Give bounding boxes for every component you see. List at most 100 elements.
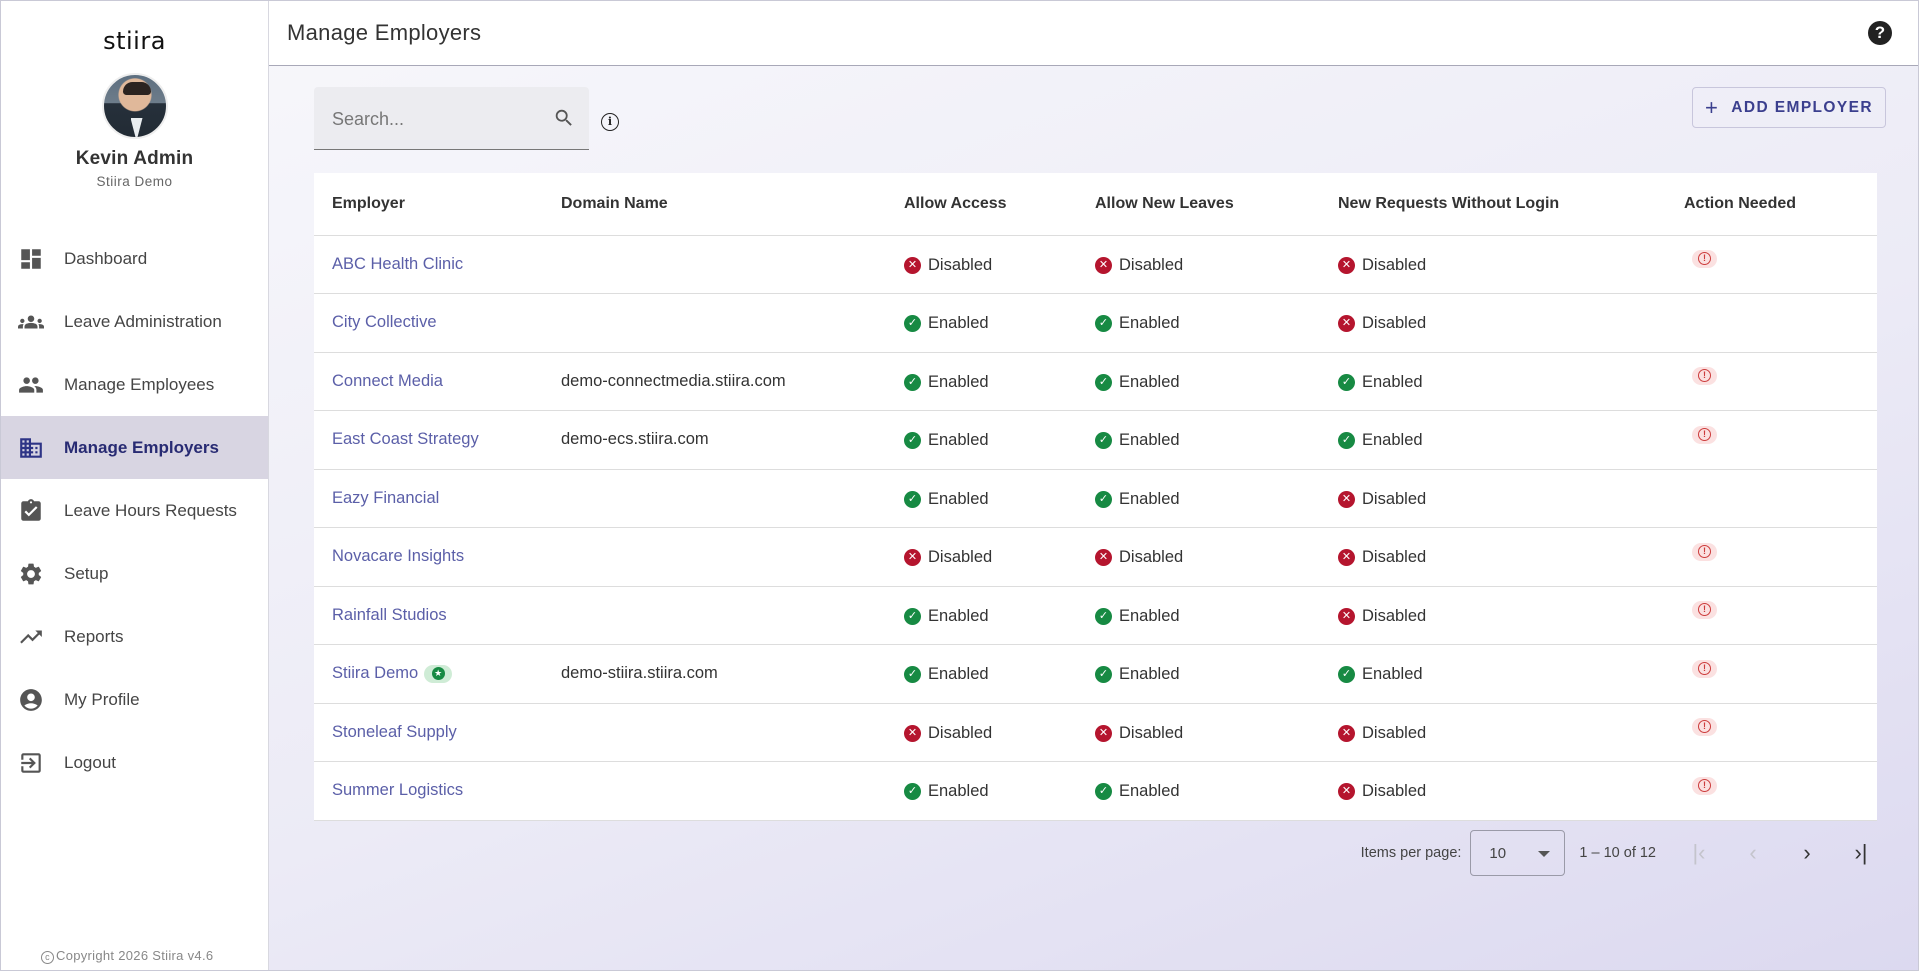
warning-icon[interactable] — [1692, 659, 1717, 678]
domain-cell — [543, 293, 886, 353]
status-text: Enabled — [1119, 372, 1180, 391]
allow-new-leaves-cell: ✓ Enabled — [1077, 761, 1320, 821]
warning-icon[interactable] — [1692, 601, 1717, 620]
sidebar-item-label: Logout — [64, 752, 116, 772]
table-row[interactable]: Eazy Financial ✓ Enabled ✓ Enabled ✕ Disabled — [314, 469, 1877, 528]
employer-link[interactable]: Rainfall Studios — [332, 606, 447, 624]
table-row[interactable]: Stoneleaf Supply ✕ Disabled ✕ Disabled ✕ Disab… — [314, 703, 1877, 762]
sidebar: stiira Kevin Admin Stiira Demo Dashboard… — [1, 1, 269, 970]
sidebar-item-dashboard[interactable]: Dashboard — [1, 227, 268, 290]
cancel-circle-icon: ✕ — [1338, 607, 1355, 625]
app-window: stiira Kevin Admin Stiira Demo Dashboard… — [0, 0, 1919, 971]
status-text: Disabled — [1362, 548, 1427, 567]
table-row[interactable]: Rainfall Studios ✓ Enabled ✓ Enabled ✕ Disable… — [314, 586, 1877, 645]
cancel-circle-icon: ✕ — [1338, 783, 1355, 801]
help-icon[interactable]: ? — [1868, 21, 1892, 45]
items-per-page-select[interactable]: 10 — [1470, 830, 1566, 876]
status-enabled: ✓ Enabled — [904, 314, 989, 333]
column-header-new-requests-without-login[interactable]: New Requests Without Login — [1320, 173, 1666, 236]
sidebar-item-my-profile[interactable]: My Profile — [1, 668, 268, 731]
status-enabled: ✓ Enabled — [1095, 373, 1180, 392]
status-disabled: ✕ Disabled — [1095, 548, 1183, 567]
employer-cell: Stoneleaf Supply — [314, 703, 543, 762]
employer-link[interactable]: Eazy Financial — [332, 489, 439, 507]
status-disabled: ✕ Disabled — [1338, 490, 1426, 509]
sidebar-item-leave-hours-requests[interactable]: Leave Hours Requests — [1, 479, 268, 542]
warning-icon[interactable] — [1692, 542, 1717, 561]
warning-icon[interactable] — [1692, 250, 1717, 269]
top-bar: Manage Employers ? — [269, 1, 1918, 66]
previous-page-button[interactable]: ‹ — [1726, 833, 1780, 873]
allow-access-cell: ✓ Enabled — [886, 469, 1077, 528]
action-needed-cell — [1666, 761, 1877, 821]
status-text: Disabled — [1362, 723, 1427, 742]
status-enabled: ✓ Enabled — [904, 782, 989, 801]
status-text: Disabled — [1362, 314, 1427, 333]
sidebar-item-setup[interactable]: Setup — [1, 542, 268, 605]
status-text: Enabled — [928, 431, 989, 450]
status-disabled: ✕ Disabled — [1095, 256, 1183, 275]
status-text: Enabled — [928, 606, 989, 625]
status-text: Enabled — [1362, 372, 1423, 391]
sidebar-item-manage-employees[interactable]: Manage Employees — [1, 353, 268, 416]
column-header-action-needed[interactable]: Action Needed — [1666, 173, 1877, 236]
table-row[interactable]: Stiira Demo ★ demo-stiira.stiira.com ✓ Enabl… — [314, 644, 1877, 704]
table-row[interactable]: City Collective ✓ Enabled ✓ Enabled ✕ Disabled — [314, 293, 1877, 353]
employer-link[interactable]: Summer Logistics — [332, 781, 463, 799]
employers-table-card: Employer Domain Name Allow Access Allow … — [314, 173, 1877, 821]
table-row[interactable]: Summer Logistics ✓ Enabled ✓ Enabled ✕ Disable… — [314, 761, 1877, 821]
employers-table: Employer Domain Name Allow Access Allow … — [314, 173, 1877, 821]
status-text: Enabled — [1119, 314, 1180, 333]
status-disabled: ✕ Disabled — [904, 724, 992, 743]
table-row[interactable]: Novacare Insights ✕ Disabled ✕ Disabled ✕ Disa… — [314, 527, 1877, 587]
column-header-allow-new-leaves[interactable]: Allow New Leaves — [1077, 173, 1320, 236]
allow-access-cell: ✕ Disabled — [886, 235, 1077, 294]
warning-icon[interactable] — [1692, 776, 1717, 795]
sidebar-item-label: Reports — [64, 626, 124, 646]
employer-link[interactable]: Novacare Insights — [332, 547, 464, 565]
check-circle-icon: ✓ — [1095, 432, 1112, 450]
employer-link[interactable]: Connect Media — [332, 372, 443, 390]
column-header-allow-access[interactable]: Allow Access — [886, 173, 1077, 236]
employer-link[interactable]: City Collective — [332, 313, 437, 331]
column-header-employer[interactable]: Employer — [314, 173, 543, 236]
employer-link[interactable]: East Coast Strategy — [332, 430, 479, 448]
column-header-domain-name[interactable]: Domain Name — [543, 173, 886, 236]
employer-link[interactable]: Stiira Demo — [332, 664, 418, 682]
table-row[interactable]: ABC Health Clinic ✕ Disabled ✕ Disabled ✕ Disa… — [314, 235, 1877, 294]
table-row[interactable]: East Coast Strategy demo-ecs.stiira.com ✓ E… — [314, 410, 1877, 470]
sidebar-item-leave-administration[interactable]: Leave Administration — [1, 290, 268, 353]
action-needed-cell — [1666, 469, 1877, 528]
add-employer-button[interactable]: + ADD EMPLOYER — [1692, 87, 1886, 128]
sidebar-item-manage-employers[interactable]: Manage Employers — [1, 416, 268, 479]
sidebar-item-label: Setup — [64, 563, 109, 583]
warning-icon[interactable] — [1692, 718, 1717, 737]
cancel-circle-icon: ✕ — [1338, 549, 1355, 567]
employer-link[interactable]: Stoneleaf Supply — [332, 723, 457, 741]
search-box[interactable] — [314, 87, 589, 150]
table-row[interactable]: Connect Media demo-connectmedia.stiira.co… — [314, 352, 1877, 411]
info-icon[interactable]: i — [601, 113, 619, 131]
sidebar-item-logout[interactable]: Logout — [1, 731, 268, 794]
first-page-button[interactable]: |‹ — [1672, 833, 1726, 873]
copyright: c Copyright 2026 Stiira v4.6 — [41, 948, 213, 964]
warning-icon[interactable] — [1692, 425, 1717, 444]
status-text: Enabled — [928, 489, 989, 508]
allow-new-leaves-cell: ✓ Enabled — [1077, 644, 1320, 704]
next-page-button[interactable]: › — [1780, 833, 1834, 873]
check-circle-icon: ✓ — [1338, 373, 1355, 391]
search-icon[interactable] — [553, 107, 575, 129]
status-text: Enabled — [928, 782, 989, 801]
warning-icon[interactable] — [1692, 367, 1717, 386]
search-input[interactable] — [332, 109, 542, 130]
allow-new-leaves-cell: ✕ Disabled — [1077, 235, 1320, 294]
check-circle-icon: ✓ — [1095, 315, 1112, 333]
groups-icon — [18, 315, 44, 328]
people-icon — [19, 376, 43, 393]
employer-link[interactable]: ABC Health Clinic — [332, 255, 463, 273]
logo: stiira — [103, 27, 166, 55]
action-needed-cell — [1666, 293, 1877, 353]
sidebar-item-reports[interactable]: Reports — [1, 605, 268, 668]
copyright-text: Copyright 2026 Stiira v4.6 — [56, 948, 214, 963]
last-page-button[interactable]: ›| — [1834, 833, 1888, 873]
